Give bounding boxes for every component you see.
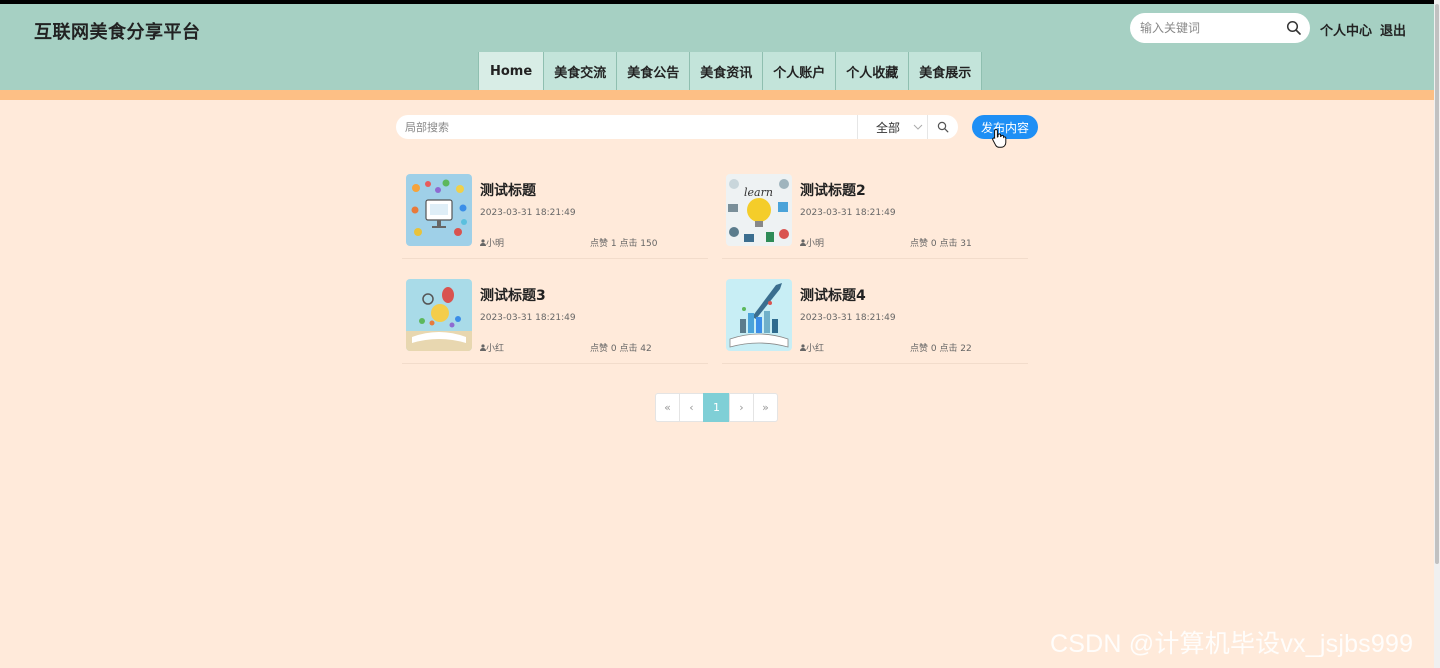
post-title[interactable]: 测试标题 xyxy=(480,180,536,200)
local-search-input[interactable] xyxy=(396,115,856,139)
post-card[interactable]: 测试标题 2023-03-31 18:21:49 小明 点赞 1 点击 150 xyxy=(402,174,708,259)
nav-item-favorites[interactable]: 个人收藏 xyxy=(835,52,909,90)
site-title: 互联网美食分享平台 xyxy=(34,22,201,43)
post-card[interactable]: 测试标题4 2023-03-31 18:21:49 小红 点赞 0 点击 22 xyxy=(722,279,1028,364)
top-search-box xyxy=(1130,13,1310,43)
post-author: 小明 xyxy=(480,236,504,249)
svg-text:learn: learn xyxy=(744,186,773,199)
post-card[interactable]: learn 测试标题2 2023-03-31 18:21:49 小明 点赞 0 … xyxy=(722,174,1028,259)
post-thumbnail[interactable] xyxy=(406,279,472,351)
post-thumbnail[interactable] xyxy=(726,279,792,351)
post-author-name: 小明 xyxy=(486,239,505,249)
pagination: « ‹ 1 › » xyxy=(655,393,778,422)
post-stats: 点赞 0 点击 22 xyxy=(910,344,972,354)
watermark: CSDN @计算机毕设vx_jsjbs999 xyxy=(1050,630,1414,658)
page-number-button[interactable]: 1 xyxy=(703,393,730,422)
post-stats: 点赞 0 点击 42 xyxy=(590,344,652,354)
post-title[interactable]: 测试标题3 xyxy=(480,285,546,305)
local-search-bar: 全部 xyxy=(396,115,958,139)
header-stripe xyxy=(0,90,1434,100)
post-author: 小红 xyxy=(480,341,504,354)
header: 互联网美食分享平台 个人中心退出 Home 美食交流 美食公告 美食资讯 个人账… xyxy=(0,4,1434,90)
user-center-link[interactable]: 个人中心 xyxy=(1320,24,1372,39)
nav-item-food-news[interactable]: 美食资讯 xyxy=(689,52,763,90)
page-next-button[interactable]: › xyxy=(729,393,754,422)
post-date: 2023-03-31 18:21:49 xyxy=(480,313,576,323)
nav-item-food-notice[interactable]: 美食公告 xyxy=(616,52,690,90)
post-author-name: 小明 xyxy=(806,239,825,249)
category-select[interactable]: 全部 xyxy=(857,115,927,139)
logout-link[interactable]: 退出 xyxy=(1380,24,1406,39)
post-date: 2023-03-31 18:21:49 xyxy=(480,208,576,218)
scrollbar-thumb[interactable] xyxy=(1435,4,1439,564)
page-last-button[interactable]: » xyxy=(753,393,778,422)
post-author-name: 小红 xyxy=(806,344,825,354)
page: 互联网美食分享平台 个人中心退出 Home 美食交流 美食公告 美食资讯 个人账… xyxy=(0,4,1434,668)
post-title[interactable]: 测试标题4 xyxy=(800,285,866,305)
hand-cursor-icon xyxy=(992,128,1007,148)
post-title[interactable]: 测试标题2 xyxy=(800,180,866,200)
nav-item-food-display[interactable]: 美食展示 xyxy=(908,52,983,90)
post-stats: 点赞 0 点击 31 xyxy=(910,239,972,249)
vertical-scrollbar[interactable] xyxy=(1434,0,1440,668)
chevron-down-icon xyxy=(913,124,923,130)
post-author-name: 小红 xyxy=(486,344,505,354)
nav-item-food-exchange[interactable]: 美食交流 xyxy=(543,52,617,90)
page-prev-button[interactable]: ‹ xyxy=(679,393,704,422)
page-first-button[interactable]: « xyxy=(655,393,680,422)
main-nav: Home 美食交流 美食公告 美食资讯 个人账户 个人收藏 美食展示 xyxy=(478,52,983,90)
post-stats: 点赞 1 点击 150 xyxy=(590,239,658,249)
post-date: 2023-03-31 18:21:49 xyxy=(800,313,896,323)
nav-item-account[interactable]: 个人账户 xyxy=(762,52,836,90)
local-search-button[interactable] xyxy=(927,115,958,139)
post-author: 小明 xyxy=(800,236,824,249)
post-date: 2023-03-31 18:21:49 xyxy=(800,208,896,218)
post-author: 小红 xyxy=(800,341,824,354)
top-search-input[interactable] xyxy=(1130,13,1280,43)
top-links: 个人中心 退出 xyxy=(1320,20,1414,39)
nav-item-home[interactable]: Home xyxy=(478,52,544,90)
category-select-value: 全部 xyxy=(876,120,901,135)
post-card[interactable]: 测试标题3 2023-03-31 18:21:49 小红 点赞 0 点击 42 xyxy=(402,279,708,364)
search-icon[interactable] xyxy=(1286,20,1302,36)
post-thumbnail[interactable] xyxy=(406,174,472,246)
search-icon xyxy=(937,121,949,133)
post-thumbnail[interactable]: learn xyxy=(726,174,792,246)
